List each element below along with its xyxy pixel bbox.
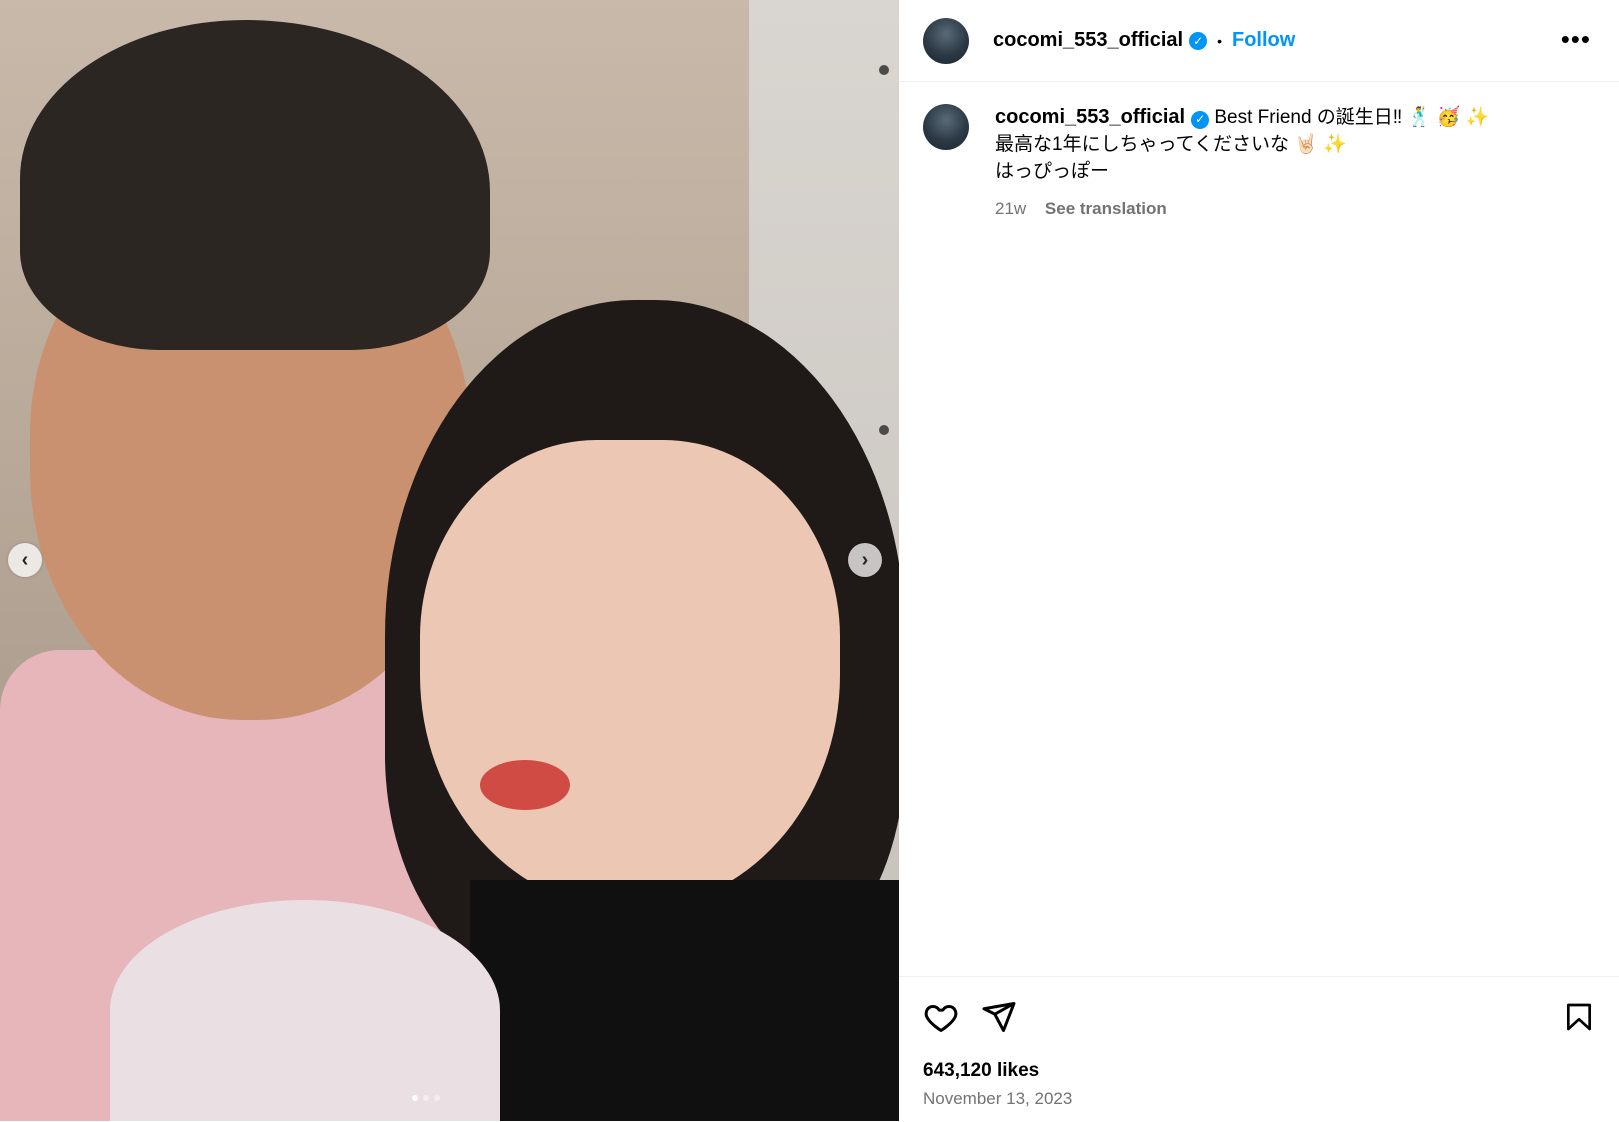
photo-fleece-jacket — [110, 900, 500, 1121]
photo-black-turtleneck — [470, 880, 899, 1121]
caption-line-1: cocomi_553_official ✓ Best Friend の誕生日‼ 🕺… — [995, 104, 1489, 131]
photo-man-hair — [20, 20, 490, 350]
carousel-dot — [423, 1095, 429, 1101]
post-date: November 13, 2023 — [923, 1089, 1073, 1108]
carousel-next-button[interactable]: › — [848, 543, 882, 577]
verified-badge-icon: ✓ — [1189, 31, 1208, 50]
post-sidebar: cocomi_553_official ✓ • Follow ••• cocom… — [899, 0, 1619, 1121]
chevron-left-icon: ‹ — [21, 548, 29, 571]
carousel-prev-button[interactable]: ‹ — [8, 543, 42, 577]
caption-body: cocomi_553_official ✓ Best Friend の誕生日‼ 🕺… — [995, 104, 1489, 222]
photo-woman-lips — [480, 760, 570, 810]
wall-bolt — [879, 425, 889, 435]
carousel-dot — [412, 1095, 418, 1101]
post-age[interactable]: 21w — [995, 199, 1026, 218]
bookmark-icon[interactable] — [1563, 999, 1595, 1035]
caption-text-3: はっぴっぽー — [995, 161, 1110, 182]
carousel-indicator — [412, 1095, 440, 1101]
separator-dot: • — [1217, 32, 1222, 49]
avatar[interactable] — [923, 17, 969, 64]
header-username[interactable]: cocomi_553_official — [993, 29, 1183, 52]
more-options-icon[interactable]: ••• — [1561, 24, 1591, 55]
heart-icon[interactable] — [923, 999, 959, 1035]
carousel-dot — [434, 1095, 440, 1101]
likes-count[interactable]: 643,120 likes — [923, 1060, 1039, 1082]
paper-plane-icon[interactable] — [981, 999, 1017, 1035]
post-caption: cocomi_553_official ✓ Best Friend の誕生日‼ 🕺… — [923, 104, 1489, 222]
caption-meta: 21w See translation — [995, 195, 1489, 222]
follow-button[interactable]: Follow — [1232, 29, 1295, 52]
post-actions-section: 643,120 likes November 13, 2023 — [899, 976, 1619, 1122]
caption-text-1: Best Friend の誕生日‼ 🕺 🥳 ✨ — [1214, 107, 1490, 128]
caption-username[interactable]: cocomi_553_official — [995, 106, 1185, 128]
chevron-right-icon: › — [861, 548, 869, 571]
caption-text-2: 最高な1年にしちゃってくださいな 🤘🏻 ✨ — [995, 134, 1347, 155]
post-header: cocomi_553_official ✓ • Follow ••• — [899, 0, 1619, 82]
action-bar — [923, 999, 1017, 1035]
post-media[interactable]: ‹ › — [0, 0, 899, 1121]
wall-bolt — [879, 65, 889, 75]
photo-woman-face — [420, 440, 840, 910]
caption-avatar[interactable] — [923, 104, 969, 150]
see-translation-link[interactable]: See translation — [1045, 199, 1167, 218]
verified-badge-icon: ✓ — [1191, 110, 1210, 129]
